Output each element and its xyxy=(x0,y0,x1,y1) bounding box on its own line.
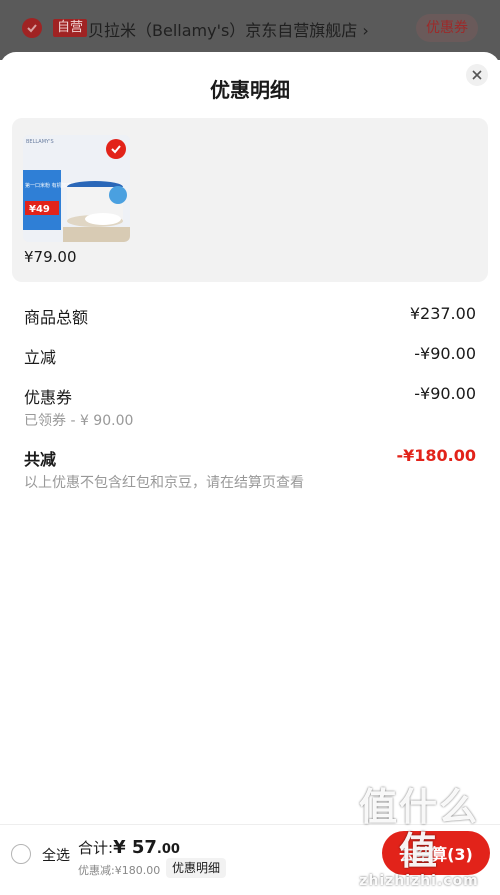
self-operated-badge: 自营 xyxy=(53,19,88,37)
coupon-value: -¥90.00 xyxy=(414,384,476,403)
checkout-bar: 全选 合计:¥ 57.00 优惠减:¥180.00 优惠明细 去结算(3) 值什… xyxy=(0,785,500,895)
select-all-label[interactable]: 全选 xyxy=(42,845,70,865)
selected-check-icon[interactable] xyxy=(106,139,126,159)
total-discount-label: 共减 xyxy=(24,450,57,469)
sheet-title: 优惠明细 xyxy=(210,78,290,102)
coupon-claimed-note: 已领券 - ¥ 90.00 xyxy=(24,413,134,429)
total-discount-value: -¥180.00 xyxy=(396,446,476,465)
discount-summary: 优惠减:¥180.00 xyxy=(78,864,161,877)
order-total: 合计:¥ 57.00 xyxy=(78,837,180,858)
instant-discount-label: 立减 xyxy=(24,348,57,367)
instant-discount-value: -¥90.00 xyxy=(414,344,476,363)
discount-detail-sheet: 优惠明细 ¥49 BELLAMY'S 第一口米粉 有机加高铁 ¥79.00 商品… xyxy=(0,52,500,824)
close-button[interactable] xyxy=(466,64,488,86)
subtotal-label: 商品总额 xyxy=(24,308,89,327)
coupon-label: 优惠券 xyxy=(24,388,73,407)
discount-disclaimer: 以上优惠不包含红包和京豆，请在结算页查看 xyxy=(24,475,304,491)
total-prefix: 合计: xyxy=(78,839,114,857)
total-amount: 57 xyxy=(131,837,157,858)
shop-check-icon[interactable] xyxy=(22,18,42,38)
product-price: ¥79.00 xyxy=(24,248,77,266)
close-icon xyxy=(472,70,482,80)
site-watermark: 值什么值 zhizhizhi.com xyxy=(344,785,494,889)
select-all-radio-icon[interactable] xyxy=(11,844,31,864)
coupon-button[interactable]: 优惠券 xyxy=(416,14,478,42)
subtotal-value: ¥237.00 xyxy=(409,304,476,323)
product-card: ¥49 BELLAMY'S 第一口米粉 有机加高铁 ¥79.00 xyxy=(12,118,488,282)
total-currency: ¥ xyxy=(113,837,132,858)
thumb-brand: BELLAMY'S xyxy=(26,139,54,145)
shop-name-link[interactable]: 贝拉米（Bellamy's）京东自营旗舰店 › xyxy=(88,17,369,41)
thumb-badge-price: ¥49 xyxy=(29,204,50,215)
shop-header: 自营 贝拉米（Bellamy's）京东自营旗舰店 › 优惠券 xyxy=(0,0,500,60)
watermark-url: zhizhizhi.com xyxy=(359,873,479,889)
product-thumbnail[interactable]: ¥49 BELLAMY'S 第一口米粉 有机加高铁 xyxy=(23,135,130,242)
discount-detail-button[interactable]: 优惠明细 xyxy=(166,858,227,878)
total-cents: .00 xyxy=(156,842,180,857)
watermark-logo: 值什么值 xyxy=(358,785,479,873)
